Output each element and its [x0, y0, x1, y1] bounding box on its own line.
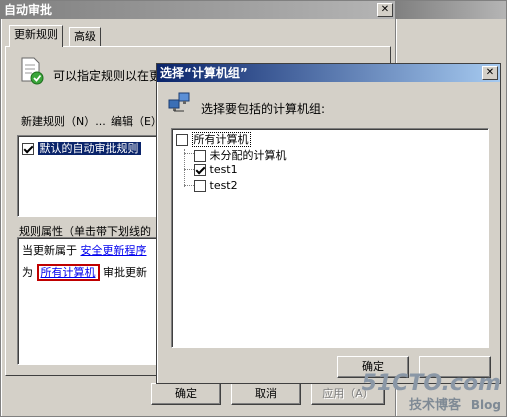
- tree-child-test2[interactable]: test2: [194, 179, 238, 192]
- group-tree: 所有计算机 未分配的计算机 test1 test2: [171, 128, 489, 348]
- rule-checkbox[interactable]: [22, 143, 34, 155]
- background-titlebar: [396, 1, 506, 19]
- rule-label: 默认的自动审批规则: [37, 142, 141, 155]
- props-line1: 当更新属于 安全更新程序: [22, 244, 147, 257]
- cancel-button[interactable]: 取消: [231, 383, 301, 405]
- root-label: 所有计算机: [191, 132, 251, 147]
- watermark-blog: Blog: [470, 398, 501, 412]
- test1-checkbox[interactable]: [194, 164, 206, 176]
- unassigned-checkbox[interactable]: [194, 150, 206, 162]
- props-line2: 为 所有计算机 审批更新: [22, 264, 147, 281]
- watermark-site: 51CTO.com: [361, 371, 501, 396]
- dialog-titlebar: 选择“计算机组” ✕: [157, 64, 500, 82]
- watermark: 51CTO.com 技术博客 Blog: [362, 371, 501, 413]
- dialog-title: 选择“计算机组”: [160, 66, 248, 80]
- tab-update-rules[interactable]: 更新规则: [9, 25, 63, 47]
- ok-button[interactable]: 确定: [151, 383, 221, 405]
- security-updates-link[interactable]: 安全更新程序: [81, 244, 147, 257]
- list-item[interactable]: 默认的自动审批规则: [22, 140, 141, 156]
- select-group-dialog: 选择“计算机组” ✕ 选择要包括的计算机组: 所有计算机 未分配的计算机 tes…: [156, 63, 501, 384]
- tree-root-item[interactable]: 所有计算机: [176, 131, 251, 147]
- unassigned-label: 未分配的计算机: [209, 149, 287, 162]
- tree-child-test1[interactable]: test1: [194, 163, 238, 176]
- close-icon[interactable]: ✕: [377, 3, 393, 17]
- dialog-prompt: 选择要包括的计算机组:: [201, 102, 326, 116]
- info-text: 可以指定规则以在更: [53, 69, 162, 83]
- rule-properties-box: 当更新属于 安全更新程序 为 所有计算机 审批更新: [17, 237, 157, 365]
- test2-checkbox[interactable]: [194, 180, 206, 192]
- rule-document-icon: [19, 57, 45, 85]
- close-icon[interactable]: ✕: [482, 66, 498, 80]
- watermark-sub: 技术博客: [409, 398, 462, 413]
- new-rule-button[interactable]: 新建规则（N）...: [21, 113, 106, 129]
- edit-rule-button[interactable]: 编辑（E）: [111, 113, 162, 129]
- root-checkbox[interactable]: [176, 134, 188, 146]
- tab-advanced[interactable]: 高级: [69, 27, 101, 47]
- window-title: 自动审批: [4, 3, 53, 17]
- test1-label: test1: [209, 163, 238, 176]
- network-computers-icon: [167, 90, 193, 114]
- rules-list: 默认的自动审批规则: [17, 135, 157, 217]
- test2-label: test2: [209, 179, 238, 192]
- tree-child-unassigned[interactable]: 未分配的计算机: [194, 147, 287, 163]
- auto-approval-titlebar: 自动审批 ✕: [1, 1, 395, 19]
- all-computers-link[interactable]: 所有计算机: [36, 264, 100, 281]
